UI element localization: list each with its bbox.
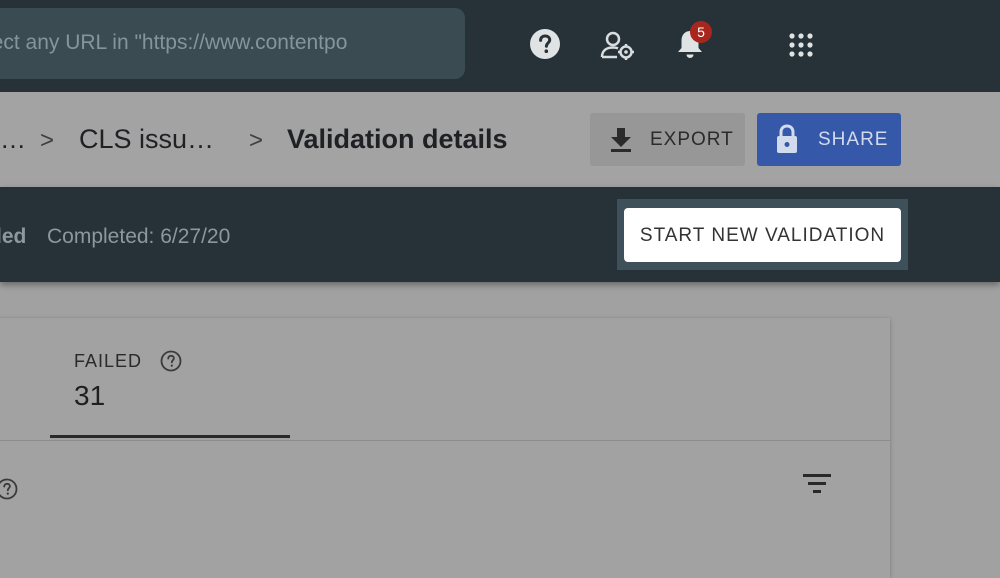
help-outline-icon[interactable] [160, 350, 182, 372]
completed-date: Completed: 6/27/20 [47, 225, 231, 248]
tab-active-indicator [50, 435, 290, 438]
apps-grid-icon[interactable] [789, 33, 813, 57]
search-input-text[interactable]: pect any URL in "https://www.contentpo [0, 31, 347, 55]
download-icon [611, 128, 631, 152]
lock-icon [777, 124, 797, 153]
share-label: SHARE [818, 129, 889, 150]
page-title: Validation details [287, 124, 508, 154]
help-outline-icon[interactable] [0, 478, 18, 500]
breadcrumb-parent[interactable]: CLS issu… [79, 124, 214, 155]
url-inspect-search[interactable]: pect any URL in "https://www.contentpo [0, 8, 465, 79]
breadcrumb-separator: > [249, 127, 264, 154]
validation-state: led [0, 225, 27, 248]
help-icon[interactable] [528, 27, 562, 61]
filter-icon[interactable] [803, 474, 831, 494]
share-button[interactable]: SHARE [757, 113, 901, 166]
export-button[interactable]: EXPORT [590, 113, 745, 166]
breadcrumb-separator: > [40, 127, 55, 154]
tab-failed-count: 31 [74, 380, 106, 411]
manage-users-icon[interactable] [600, 29, 636, 61]
notification-count-badge: 5 [690, 21, 712, 43]
breadcrumb-ellipsis[interactable]: … [0, 124, 26, 155]
card-divider [0, 440, 890, 441]
start-new-validation-button[interactable]: START NEW VALIDATION [624, 208, 901, 262]
export-label: EXPORT [650, 129, 734, 150]
start-new-validation-label: START NEW VALIDATION [639, 225, 886, 246]
tab-failed-label[interactable]: FAILED [74, 351, 142, 372]
